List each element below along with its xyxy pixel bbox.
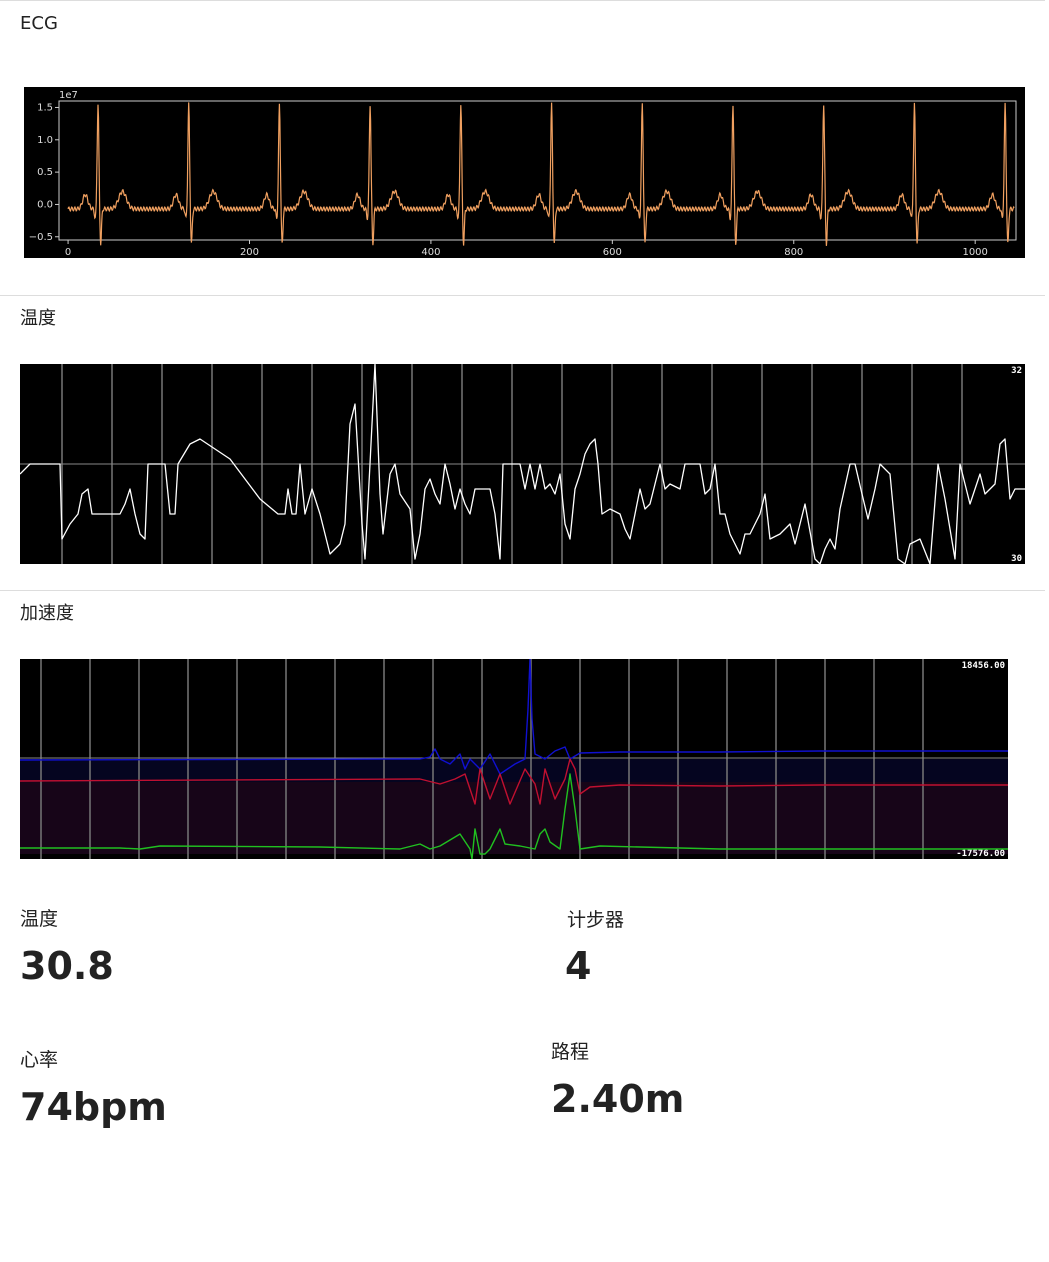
ecg-section-title: ECG — [20, 13, 58, 34]
ecg-x-tick-label: 600 — [603, 247, 622, 258]
distance-stat-value: 2.40m — [551, 1077, 685, 1121]
accel-band-red — [20, 782, 1008, 854]
acceleration-chart: 18456.00 -17576.00 — [20, 659, 1008, 859]
ecg-axes-frame — [58, 100, 1017, 241]
temp-stat-label: 温度 — [20, 908, 59, 930]
steps-stat-value: 4 — [565, 944, 592, 988]
temp-stat-value: 30.8 — [20, 944, 114, 988]
accel-section-title: 加速度 — [20, 603, 74, 624]
ecg-y-tick-label: −0.5 — [29, 232, 53, 243]
distance-stat-label: 路程 — [551, 1041, 590, 1063]
ecg-x-tick-label: 400 — [421, 247, 440, 258]
ecg-x-tick-label: 0 — [65, 247, 71, 258]
ecg-x-tick-label: 200 — [240, 247, 259, 258]
temperature-chart: 32 30 — [20, 364, 1025, 564]
steps-stat-label: 计步器 — [567, 909, 625, 931]
ecg-signal-line — [67, 102, 1015, 246]
temp-section-header: 温度 — [0, 295, 1045, 329]
temp-y-max-label: 32 — [1011, 366, 1022, 376]
accel-section-header: 加速度 — [0, 590, 1045, 624]
ecg-y-tick-label: 0.5 — [37, 167, 53, 178]
ecg-y-tick-label: 0.0 — [37, 199, 53, 210]
temp-section-title: 温度 — [20, 308, 56, 329]
accel-y-max-label: 18456.00 — [962, 661, 1005, 671]
ecg-x-tick-label: 1000 — [962, 247, 987, 258]
ecg-section-header: ECG — [0, 0, 1045, 34]
temp-y-min-label: 30 — [1011, 554, 1022, 564]
hr-stat-label: 心率 — [20, 1049, 59, 1071]
ecg-y-tick-label: 1.5 — [37, 102, 53, 113]
ecg-chart: 0 200 400 600 800 1000 1.5 1.0 0.5 0.0 −0.5 1e7 — [24, 87, 1025, 258]
accel-y-min-label: -17576.00 — [956, 849, 1005, 859]
ecg-x-tick-label: 800 — [784, 247, 803, 258]
ecg-y-scale-label: 1e7 — [59, 90, 78, 101]
hr-stat-value: 74bpm — [20, 1085, 167, 1129]
accel-series-blue-line — [20, 659, 1008, 775]
ecg-y-tick-label: 1.0 — [37, 135, 53, 146]
